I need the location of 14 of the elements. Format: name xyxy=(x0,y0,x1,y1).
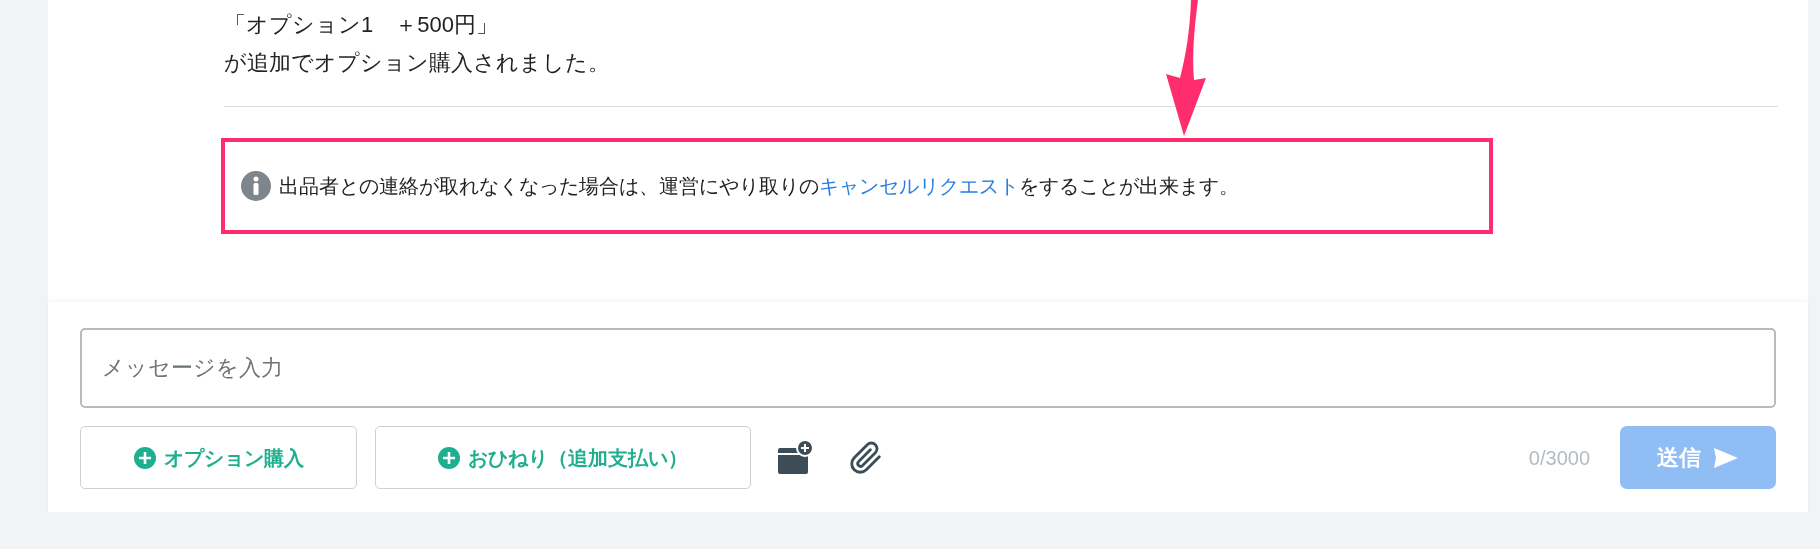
character-counter: 0/3000 xyxy=(1528,445,1590,471)
message-line: 「オプション1 ＋500円」 xyxy=(224,11,499,39)
info-icon xyxy=(241,171,271,201)
cancel-request-link[interactable]: キャンセルリクエスト xyxy=(819,175,1019,197)
option-button[interactable]: おひねり（追加支払い） xyxy=(375,426,751,489)
option-button[interactable]: オプション購入 xyxy=(80,426,357,489)
plus-circle-icon xyxy=(438,446,460,469)
send-icon xyxy=(1713,446,1739,469)
folder-plus-icon[interactable] xyxy=(777,439,813,476)
message-input[interactable]: メッセージを入力 xyxy=(80,328,1776,408)
plus-circle-icon xyxy=(133,446,156,469)
paperclip-icon[interactable] xyxy=(849,440,883,475)
message-line: が追加でオプション購入されました。 xyxy=(224,49,611,77)
notice-text: 出品者との連絡が取れなくなった場合は、運営にやり取りのキャンセルリクエスト をすることが出来ます。 xyxy=(279,174,1239,199)
